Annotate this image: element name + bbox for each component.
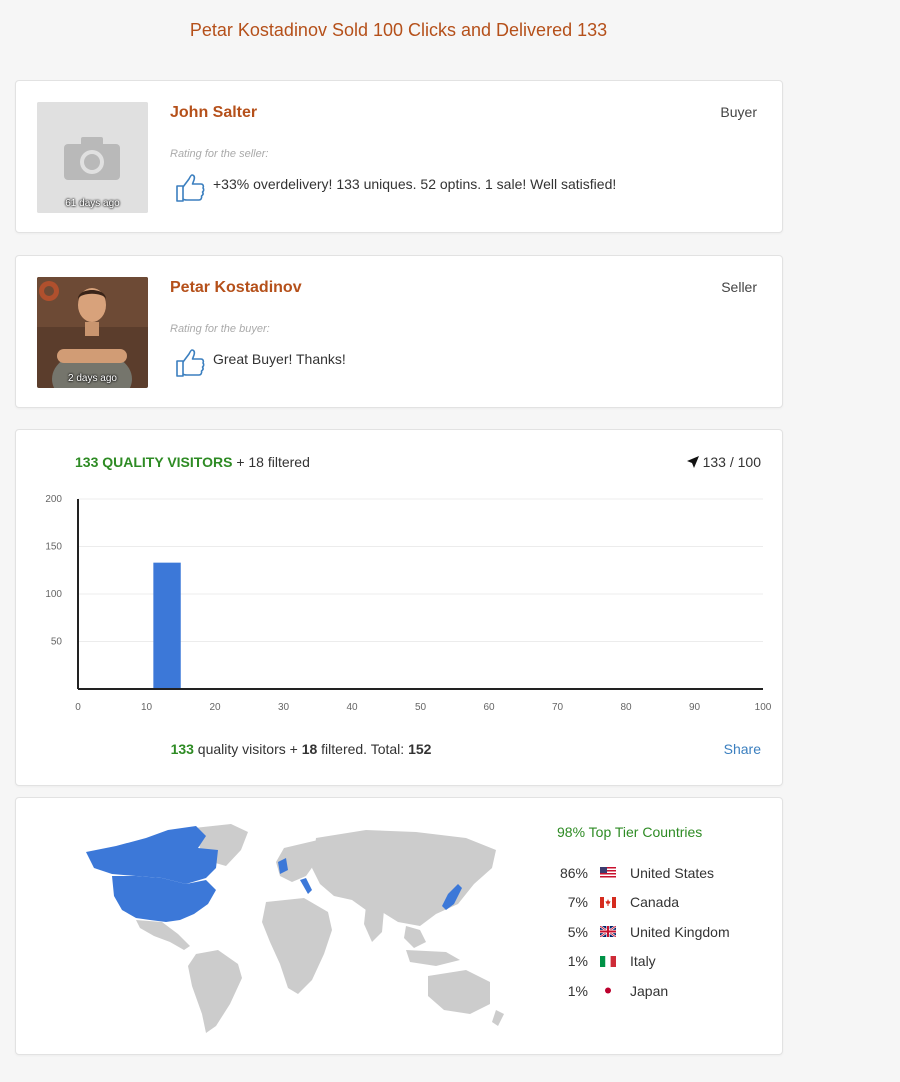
x-tick-label: 10 <box>141 702 153 713</box>
x-tick-label: 80 <box>620 702 632 713</box>
country-pct: 7% <box>567 894 588 911</box>
thumbs-up-icon <box>176 349 205 377</box>
total-count: 152 <box>408 741 432 757</box>
country-name: Italy <box>630 953 656 970</box>
reviewer-name[interactable]: John Salter <box>170 104 257 122</box>
thumbs-up-icon <box>176 174 205 202</box>
review-age: 2 days ago <box>68 373 117 384</box>
geo-distribution-card: 98% Top Tier Countries 86% United States… <box>15 797 783 1055</box>
country-pct: 5% <box>567 923 588 940</box>
italy-flag-icon <box>600 955 616 967</box>
share-link[interactable]: Share <box>724 741 761 757</box>
camera-placeholder-icon <box>37 102 148 213</box>
italy-shape <box>300 878 312 894</box>
user-photo <box>37 277 148 388</box>
bar <box>153 562 181 689</box>
review-comment: Great Buyer! Thanks! <box>213 351 346 367</box>
review-age: 61 days ago <box>65 198 120 209</box>
y-tick-label: 200 <box>45 494 62 505</box>
country-row-us: 86% United States <box>546 858 776 888</box>
x-tick-label: 100 <box>755 702 772 713</box>
x-tick-label: 40 <box>346 702 358 713</box>
country-row-it: 1% Italy <box>546 947 776 977</box>
reviewer-avatar[interactable]: 61 days ago <box>37 102 148 213</box>
country-list: 86% United States 7% Canada 5% United Ki… <box>546 858 776 1006</box>
uk-flag-icon <box>600 926 616 938</box>
us-flag-icon <box>600 867 616 879</box>
reviewer-name[interactable]: Petar Kostadinov <box>170 279 302 297</box>
y-tick-label: 100 <box>45 589 62 600</box>
usa-shape <box>112 876 216 922</box>
canada-flag-icon <box>600 896 616 908</box>
world-map <box>86 824 504 1033</box>
quality-count: 133 <box>170 741 194 757</box>
x-tick-label: 70 <box>552 702 564 713</box>
x-tick-label: 60 <box>483 702 495 713</box>
country-row-ca: 7% Canada <box>546 888 776 918</box>
country-row-uk: 5% United Kingdom <box>546 917 776 947</box>
seller-review-card: 2 days ago Petar Kostadinov Seller Ratin… <box>15 255 783 408</box>
country-name: United States <box>630 864 715 881</box>
visitors-chart-card: 133 QUALITY VISITORS + 18 filtered 133 /… <box>15 429 783 786</box>
country-name: Japan <box>630 982 669 999</box>
y-tick-label: 150 <box>45 542 62 553</box>
x-tick-label: 0 <box>75 702 81 713</box>
country-pct: 86% <box>559 864 588 881</box>
reviewer-role: Buyer <box>720 104 757 120</box>
x-tick-label: 50 <box>415 702 427 713</box>
country-pct: 1% <box>567 982 588 999</box>
quality-text: quality visitors + <box>193 741 302 757</box>
review-comment: +33% overdelivery! 133 uniques. 52 optin… <box>213 176 617 192</box>
reviewer-avatar[interactable]: 2 days ago <box>37 277 148 388</box>
country-row-jp: 1% Japan <box>546 976 776 1006</box>
x-tick-label: 90 <box>689 702 701 713</box>
filtered-count: 18 <box>301 741 318 757</box>
filtered-text: filtered. Total: <box>317 741 409 757</box>
japan-flag-icon <box>600 985 616 997</box>
page-title: Petar Kostadinov Sold 100 Clicks and Del… <box>189 20 608 40</box>
reviewer-role: Seller <box>721 279 757 295</box>
visitors-total-line: 133 quality visitors + 18 filtered. Tota… <box>16 741 586 757</box>
country-name: United Kingdom <box>630 923 730 940</box>
visitors-bar-chart: 50 100 150 200 0 10 20 30 40 50 60 70 80 90 100 <box>45 494 772 713</box>
y-tick-label: 50 <box>51 637 63 648</box>
country-name: Canada <box>630 894 680 911</box>
top-tier-label: 98% Top Tier Countries <box>557 824 703 840</box>
canada-shape <box>86 826 218 884</box>
x-tick-label: 20 <box>209 702 221 713</box>
buyer-review-card: 61 days ago John Salter Buyer Rating for… <box>15 80 783 233</box>
country-pct: 1% <box>567 953 588 970</box>
rating-label: Rating for the seller: <box>170 148 269 160</box>
x-tick-label: 30 <box>278 702 290 713</box>
rating-label: Rating for the buyer: <box>170 323 270 335</box>
